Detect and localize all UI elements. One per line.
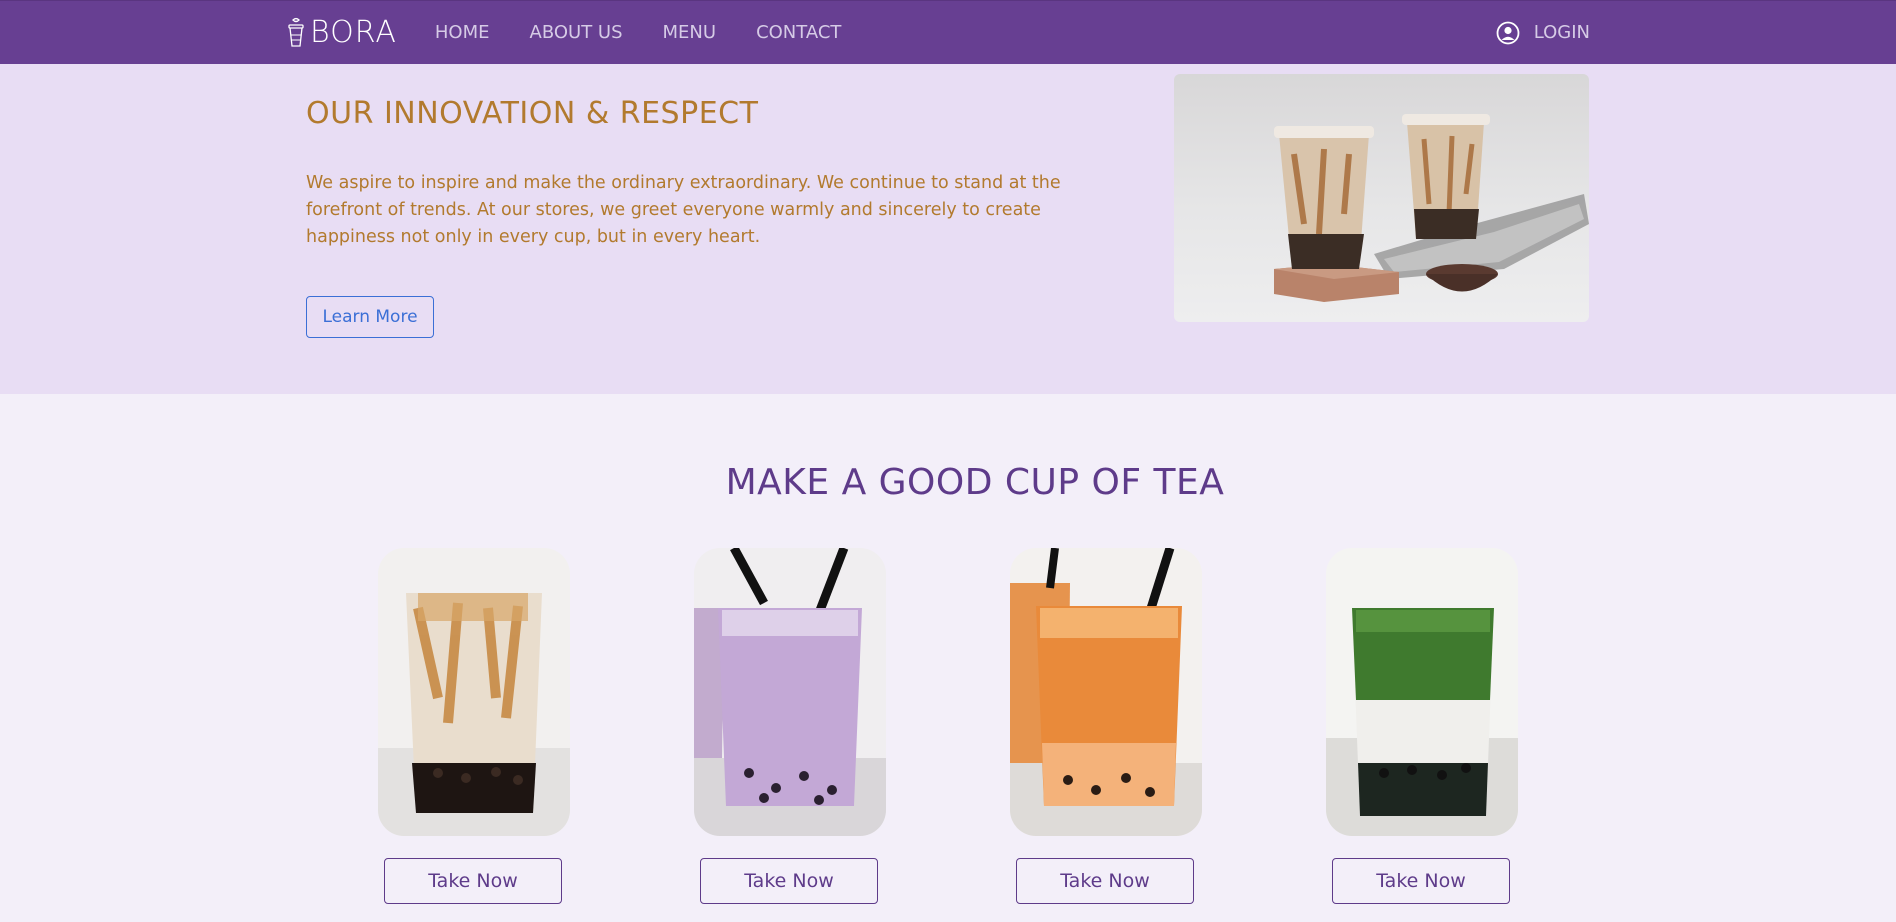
login-button[interactable]: LOGIN — [1496, 21, 1590, 45]
product-card-matcha: Take Now — [1326, 548, 1518, 904]
page: BORA HOME ABOUT US MENU CONTACT LOGIN OU… — [0, 0, 1896, 922]
hero-title: OUR INNOVATION & RESPECT — [306, 96, 759, 131]
product-card-taro: Take Now — [694, 548, 886, 904]
hero-text: We aspire to inspire and make the ordina… — [306, 173, 1061, 247]
nav-link-home[interactable]: HOME — [435, 22, 490, 43]
take-now-button[interactable]: Take Now — [384, 858, 562, 904]
learn-more-button[interactable]: Learn More — [306, 296, 434, 338]
user-icon — [1496, 21, 1520, 45]
product-image-brown-sugar — [378, 548, 570, 836]
logo-text: BORA — [310, 15, 397, 50]
nav-link-about-us[interactable]: ABOUT US — [530, 22, 623, 43]
product-card-brown-sugar: Take Now — [378, 548, 570, 904]
product-image-thai-tea — [1010, 548, 1202, 836]
login-label: LOGIN — [1533, 22, 1590, 43]
product-image-taro — [694, 548, 886, 836]
nav-links: HOME ABOUT US MENU CONTACT — [435, 22, 842, 43]
take-now-button[interactable]: Take Now — [700, 858, 878, 904]
product-image-matcha — [1326, 548, 1518, 836]
nav-link-menu[interactable]: MENU — [663, 22, 717, 43]
take-now-button[interactable]: Take Now — [1016, 858, 1194, 904]
navbar: BORA HOME ABOUT US MENU CONTACT LOGIN — [0, 0, 1896, 64]
take-now-button[interactable]: Take Now — [1332, 858, 1510, 904]
product-card-thai-tea: Take Now — [1010, 548, 1202, 904]
hero-bubble-tea-image — [1174, 74, 1589, 322]
section-title: MAKE A GOOD CUP OF TEA — [725, 462, 1225, 503]
hero-section: OUR INNOVATION & RESPECT We aspire to in… — [0, 64, 1896, 394]
nav-link-contact[interactable]: CONTACT — [756, 22, 841, 43]
navbar-inner: BORA HOME ABOUT US MENU CONTACT LOGIN — [286, 1, 1590, 65]
logo[interactable]: BORA — [286, 15, 397, 50]
cup-logo-icon — [286, 17, 306, 49]
